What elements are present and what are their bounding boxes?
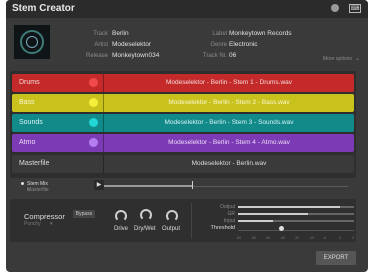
title-bar: Stem Creator ⌨ [6, 0, 368, 18]
compressor-preset[interactable]: Punchy [24, 221, 41, 227]
genre-value[interactable]: Electronic [229, 41, 258, 48]
artist-value[interactable]: Modeselektor [112, 41, 151, 48]
output-meter-fill [238, 206, 340, 208]
compressor-title: Compressor [24, 212, 65, 221]
chevron-down-icon[interactable]: ▾ [50, 221, 53, 227]
threshold-slider[interactable] [238, 230, 354, 231]
scale-tick-label: -40 [265, 236, 271, 240]
settings-icon[interactable] [331, 4, 339, 12]
input-meter-fill [238, 220, 273, 222]
track-label: Track [93, 31, 108, 37]
stem-color-dot[interactable] [89, 138, 98, 147]
gr-meter-label: GR [227, 211, 236, 217]
genre-label: Genre [210, 42, 227, 48]
masterfile-mix-label[interactable]: Masterfile [27, 187, 49, 193]
master-name: Masterfile [19, 160, 50, 167]
stem-name: Atmo [19, 139, 36, 146]
trackno-label: Track Nr. [202, 53, 227, 59]
scale-tick-label: -30 [280, 236, 286, 240]
stem-color-dot[interactable] [89, 118, 98, 127]
divider [191, 203, 192, 239]
stem-mix-radio[interactable] [21, 182, 24, 185]
dry-wet-knob[interactable] [140, 209, 152, 221]
stem-file[interactable]: Modeselektor - Berlin - Stem 4 - Atmo.wa… [104, 139, 354, 146]
stem-row-drums[interactable]: Drums Modeselektor - Berlin - Stem 1 - D… [12, 74, 354, 92]
release-value[interactable]: Monkeytown034 [112, 52, 159, 59]
artist-label: Artist [94, 42, 108, 48]
album-art-ring-inner [26, 36, 38, 48]
input-meter-label: Input [223, 218, 235, 224]
gr-meter-fill [238, 213, 308, 215]
more-options-link[interactable]: More options [323, 56, 352, 62]
trackno-value[interactable]: 06 [229, 52, 236, 59]
seek-handle[interactable] [192, 181, 193, 189]
stem-row-bass[interactable]: Bass Modeselektor - Berlin - Stem 2 - Ba… [12, 94, 354, 112]
label-value[interactable]: Monkeytown Records [229, 30, 292, 37]
output-knob[interactable] [166, 210, 178, 222]
stem-creator-window: Stem Creator ⌨ Track Berlin Artist Modes… [6, 0, 368, 272]
stem-track-list: Drums Modeselektor - Berlin - Stem 1 - D… [10, 71, 356, 178]
release-label: Release [85, 53, 108, 59]
scale-tick-label: -20 [294, 236, 300, 240]
track-value[interactable]: Berlin [112, 30, 129, 37]
scale-tick-label: 0 [352, 236, 354, 240]
output-meter-label: Output [219, 204, 235, 210]
seek-progress [104, 185, 192, 187]
scale-tick-label: -6 [323, 236, 327, 240]
chevron-down-icon[interactable]: ⌄ [355, 55, 360, 62]
master-row[interactable]: Masterfile Modeselektor - Berlin.wav [12, 155, 354, 173]
stem-row-atmo[interactable]: Atmo Modeselektor - Berlin - Stem 4 - At… [12, 134, 354, 152]
stem-file[interactable]: Modeselektor - Berlin - Stem 3 - Sounds.… [104, 119, 354, 126]
stem-color-dot[interactable] [89, 98, 98, 107]
label-label: Label [212, 31, 227, 37]
drive-knob[interactable] [115, 210, 127, 222]
stem-name: Drums [19, 79, 40, 86]
stem-color-dot[interactable] [89, 78, 98, 87]
stem-file[interactable]: Modeselektor - Berlin - Stem 2 - Bass.wa… [104, 99, 354, 106]
bypass-button[interactable]: Bypass [73, 210, 95, 218]
dry-wet-label: Dry/Wet [134, 226, 156, 232]
scale-tick-label: -60 [236, 236, 242, 240]
threshold-handle[interactable] [279, 226, 284, 231]
export-button[interactable]: EXPORT [316, 251, 356, 265]
scale-tick-label: -3 [338, 236, 342, 240]
scale-tick-label: -50 [251, 236, 257, 240]
play-button[interactable]: ▶ [94, 180, 104, 190]
window-title: Stem Creator [12, 3, 75, 14]
drive-label: Drive [114, 226, 129, 232]
output-label: Output [162, 226, 181, 232]
stem-name: Bass [19, 99, 35, 106]
stem-row-sounds[interactable]: Sounds Modeselektor - Berlin - Stem 3 - … [12, 114, 354, 132]
scale-tick-label: -10 [309, 236, 315, 240]
master-file[interactable]: Modeselektor - Berlin.wav [104, 160, 354, 167]
stem-name: Sounds [19, 119, 43, 126]
threshold-label: Threshold [210, 225, 235, 231]
album-art[interactable] [14, 25, 50, 59]
stem-file[interactable]: Modeselektor - Berlin - Stem 1 - Drums.w… [104, 79, 354, 86]
keyboard-icon[interactable]: ⌨ [349, 4, 361, 13]
